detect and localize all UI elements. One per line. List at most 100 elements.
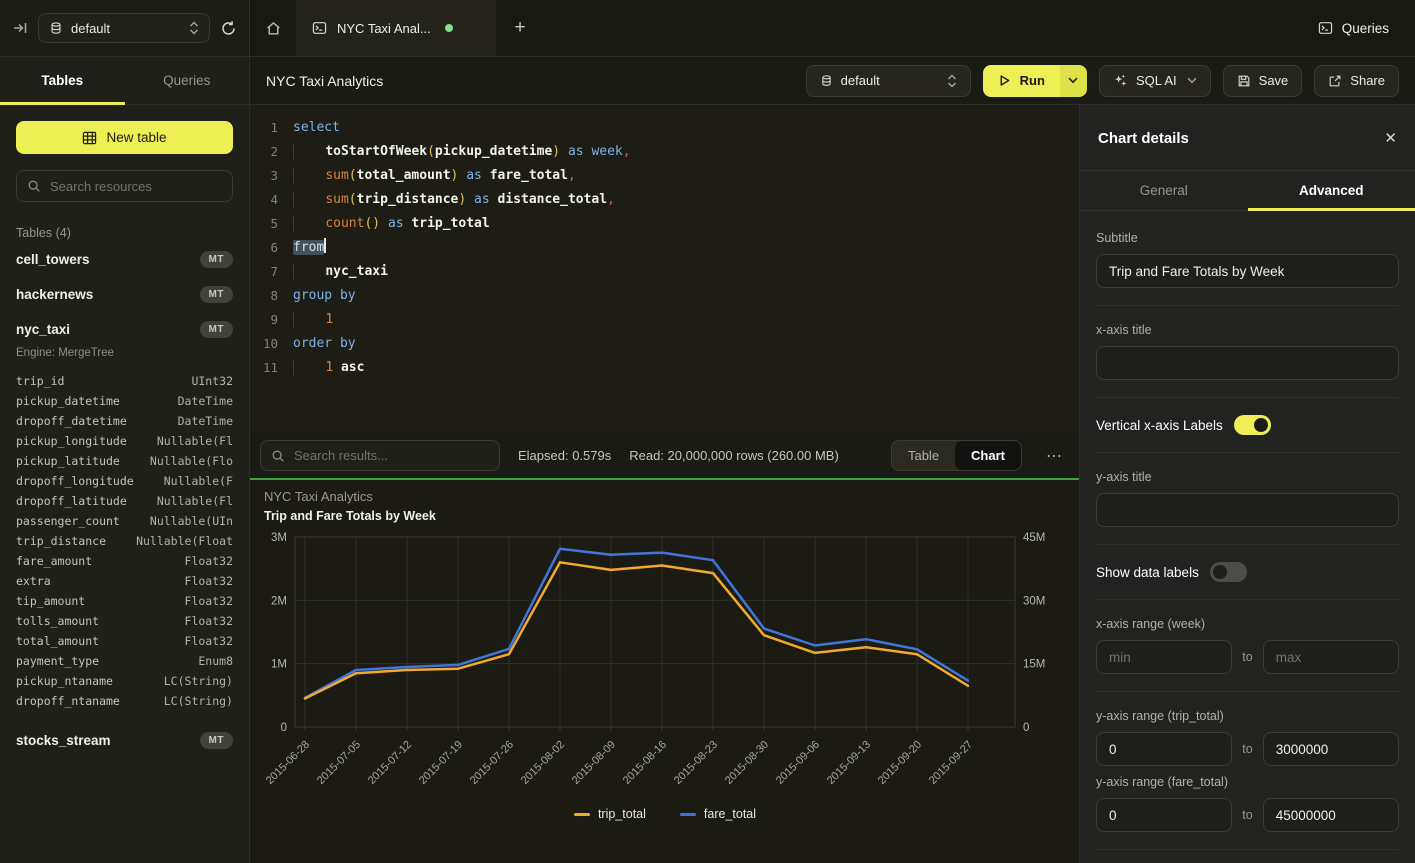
more-options-icon[interactable]: ⋯ (1040, 446, 1069, 466)
code-line[interactable]: 11 1 asc (250, 356, 1079, 380)
code-line[interactable]: 1select (250, 116, 1079, 140)
query-toolbar: NYC Taxi Analytics default Run (250, 57, 1415, 105)
subtitle-input[interactable] (1109, 264, 1386, 279)
x-axis-range-label: x-axis range (week) (1096, 617, 1399, 631)
view-toggle-table[interactable]: Table (892, 441, 955, 470)
sql-editor[interactable]: 1select2 toStartOfWeek(pickup_datetime) … (250, 105, 1079, 433)
query-database-selector[interactable]: default (806, 65, 971, 97)
legend-item-trip_total[interactable]: trip_total (574, 807, 646, 821)
results-search-input[interactable] (294, 448, 489, 463)
y-axis-range-trip-row: to (1096, 732, 1399, 766)
show-data-labels-label: Show data labels (1096, 565, 1199, 580)
tab-advanced[interactable]: Advanced (1248, 171, 1415, 210)
legend-swatch (680, 813, 696, 816)
code-line[interactable]: 9 1 (250, 308, 1079, 332)
x-min-field (1096, 640, 1232, 674)
column-type: Nullable(Fl (157, 491, 233, 511)
subtitle-label: Subtitle (1096, 231, 1399, 245)
subtitle-field (1096, 254, 1399, 288)
x-min-input[interactable] (1109, 650, 1219, 665)
y-trip-max-input[interactable] (1276, 742, 1386, 757)
close-icon[interactable]: ✕ (1384, 131, 1397, 146)
svg-text:0: 0 (281, 722, 287, 734)
table-item-hackernews[interactable]: hackernewsMT (0, 277, 249, 312)
sidebar-tab-tables[interactable]: Tables (0, 57, 125, 104)
column-name: tip_amount (16, 591, 85, 611)
column-name: dropoff_latitude (16, 491, 127, 511)
column-row: pickup_longitudeNullable(Fl (16, 431, 233, 451)
tab-nyc-taxi-analytics[interactable]: NYC Taxi Anal... (296, 0, 496, 56)
table-item-nyc_taxi[interactable]: nyc_taxiMT (0, 312, 249, 347)
column-type: Float32 (185, 611, 233, 631)
database-selector[interactable]: default (38, 13, 210, 43)
code-line[interactable]: 8group by (250, 284, 1079, 308)
y-trip-min-input[interactable] (1109, 742, 1219, 757)
code-line[interactable]: 7 nyc_taxi (250, 260, 1079, 284)
sidebar-tab-queries[interactable]: Queries (125, 57, 250, 104)
queries-button[interactable]: Queries (1318, 0, 1389, 56)
code-line[interactable]: 2 toStartOfWeek(pickup_datetime) as week… (250, 140, 1079, 164)
sql-ai-button[interactable]: SQL AI (1099, 65, 1211, 97)
divider (1096, 544, 1399, 545)
chart-legend: trip_total fare_total (250, 807, 1079, 821)
chart-panel: NYC Taxi Analytics Trip and Fare Totals … (250, 480, 1079, 863)
collapse-sidebar-icon[interactable] (12, 20, 28, 36)
run-options-button[interactable] (1060, 65, 1087, 97)
refresh-icon[interactable] (220, 20, 237, 37)
code-line[interactable]: 5 count() as trip_total (250, 212, 1079, 236)
code-line[interactable]: 3 sum(total_amount) as fare_total, (250, 164, 1079, 188)
y-axis-title-input[interactable] (1109, 503, 1386, 518)
new-table-button[interactable]: New table (16, 121, 233, 154)
text-cursor (324, 238, 326, 253)
svg-text:15M: 15M (1023, 659, 1045, 671)
tab-general[interactable]: General (1080, 171, 1248, 210)
run-button[interactable]: Run (983, 65, 1087, 97)
chart-svg[interactable]: 001M15M2M30M3M45M2015-06-282015-07-05201… (250, 480, 1079, 863)
column-name: dropoff_longitude (16, 471, 134, 491)
table-item-stocks_stream[interactable]: stocks_streamMT (0, 723, 249, 758)
vertical-x-labels-toggle[interactable] (1234, 415, 1271, 435)
column-name: dropoff_ntaname (16, 691, 120, 711)
svg-text:2015-08-23: 2015-08-23 (672, 739, 720, 787)
table-item-cell_towers[interactable]: cell_towersMT (0, 242, 249, 277)
sidebar-search[interactable] (16, 170, 233, 202)
column-type: LC(String) (164, 671, 233, 691)
results-search[interactable] (260, 440, 500, 471)
save-button[interactable]: Save (1223, 65, 1303, 97)
new-tab-button[interactable]: + (496, 0, 544, 56)
chart-details-tabs: General Advanced (1080, 171, 1415, 211)
sidebar-search-input[interactable] (50, 179, 222, 194)
table-name: stocks_stream (16, 733, 111, 748)
x-axis-title-input[interactable] (1109, 356, 1386, 371)
y-fare-min-input[interactable] (1109, 808, 1219, 823)
x-max-input[interactable] (1276, 650, 1386, 665)
y-axis-range-fare-row: to (1096, 798, 1399, 832)
column-type: Float32 (185, 571, 233, 591)
show-data-labels-row: Show data labels (1096, 562, 1399, 582)
y-axis-title-field (1096, 493, 1399, 527)
code-line[interactable]: 10order by (250, 332, 1079, 356)
column-row: trip_idUInt32 (16, 371, 233, 391)
save-icon (1237, 74, 1251, 88)
svg-text:2015-07-12: 2015-07-12 (366, 739, 414, 787)
view-toggle-chart[interactable]: Chart (955, 441, 1021, 470)
home-button[interactable] (250, 0, 296, 56)
engine-badge: MT (200, 321, 233, 338)
column-type: UInt32 (191, 371, 233, 391)
legend-item-fare_total[interactable]: fare_total (680, 807, 756, 821)
y-axis-range-trip-label: y-axis range (trip_total) (1096, 709, 1399, 723)
column-row: extraFloat32 (16, 571, 233, 591)
legend-label: trip_total (598, 807, 646, 821)
chevron-down-icon[interactable] (1187, 77, 1197, 84)
svg-text:2015-09-06: 2015-09-06 (774, 739, 822, 787)
y-fare-max-input[interactable] (1276, 808, 1386, 823)
y-trip-max-field (1263, 732, 1399, 766)
code-line[interactable]: 6from (250, 236, 1079, 260)
x-axis-title-label: x-axis title (1096, 323, 1399, 337)
database-selector-value: default (71, 21, 181, 36)
code-line[interactable]: 4 sum(trip_distance) as distance_total, (250, 188, 1079, 212)
share-button[interactable]: Share (1314, 65, 1399, 97)
show-data-labels-toggle[interactable] (1210, 562, 1247, 582)
table-name: hackernews (16, 287, 93, 302)
sql-console-app: default Tables Queries New table (0, 0, 1415, 863)
